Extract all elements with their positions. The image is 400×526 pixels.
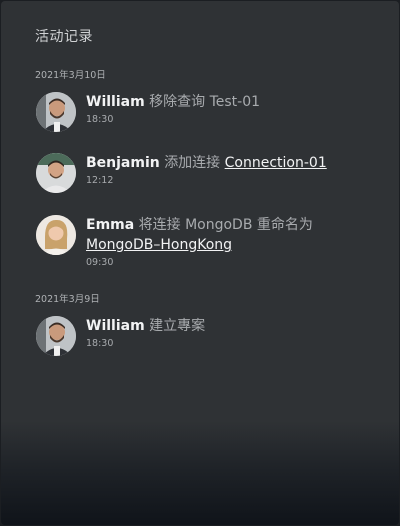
user-name[interactable]: William: [86, 318, 145, 334]
date-header: 2021年3月9日: [35, 294, 100, 305]
panel-title: 活动记录: [35, 29, 93, 45]
connection-link[interactable]: Connection-01: [225, 155, 327, 171]
action-text: 移除查询: [149, 94, 206, 110]
action-text: 将连接 MongoDB 重命名为: [138, 217, 313, 233]
action-text: 建立專案: [149, 318, 206, 334]
avatar-william-icon[interactable]: [36, 316, 76, 356]
target-text: Test-01: [209, 94, 261, 110]
date-header: 2021年3月10日: [35, 70, 106, 81]
timestamp: 09:30: [86, 257, 114, 268]
user-name[interactable]: Benjamin: [86, 155, 160, 171]
activity-text: Benjamin 添加连接 Connection-01 12:12: [86, 153, 376, 188]
avatar-william-icon[interactable]: [36, 92, 76, 132]
timestamp: 18:30: [86, 114, 114, 125]
timestamp: 18:30: [86, 338, 114, 349]
connection-link[interactable]: MongoDB–HongKong: [86, 237, 232, 253]
timestamp: 12:12: [86, 175, 114, 186]
activity-text: Emma 将连接 MongoDB 重命名为 MongoDB–HongKong 0…: [86, 215, 376, 270]
avatar-benjamin-icon[interactable]: [36, 153, 76, 193]
activity-text: William 移除查询 Test-01 18:30: [86, 92, 376, 127]
activity-log-panel: 活动记录 2021年3月10日 William 移除查询 Test-01 18:…: [1, 1, 399, 525]
user-name[interactable]: Emma: [86, 217, 134, 233]
action-text: 添加连接: [164, 155, 221, 171]
activity-text: William 建立專案 18:30: [86, 316, 376, 351]
user-name[interactable]: William: [86, 94, 145, 110]
avatar-emma-icon[interactable]: [36, 215, 76, 255]
